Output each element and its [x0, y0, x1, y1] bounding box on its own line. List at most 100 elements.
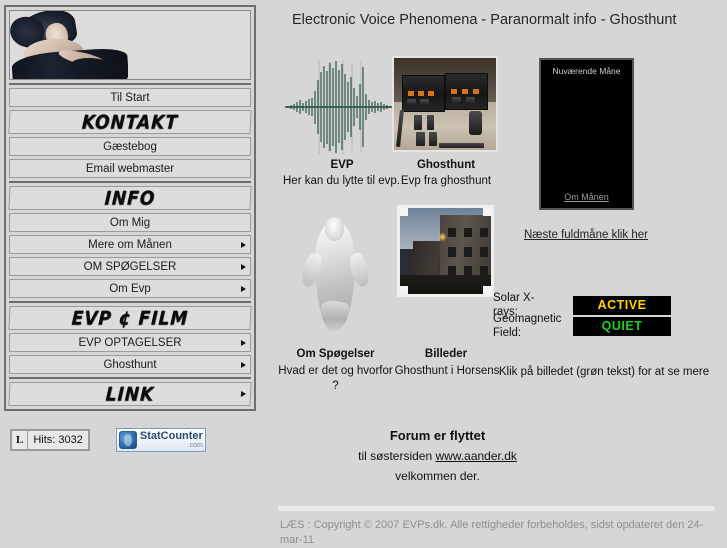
- equipment-case-right: [445, 72, 488, 110]
- sidebar-item-info[interactable]: INFO: [8, 186, 252, 210]
- forum-heading: Forum er flyttet: [389, 428, 486, 443]
- sidebar-item-link[interactable]: LINK: [8, 382, 252, 406]
- geomagnetic-label-line2: Field:: [493, 327, 522, 339]
- case-item: [465, 96, 475, 105]
- statcounter-domain: .com: [187, 442, 203, 449]
- woman-illustration: [10, 11, 128, 79]
- sidebar-banner-image: [9, 10, 251, 80]
- geomagnetic-status-badge: QUIET: [573, 316, 671, 336]
- forum-move-prefix: til søstersiden: [358, 449, 436, 463]
- sidebar-navigation: Til Start KONTAKT Gæstebog Email webmast…: [4, 5, 256, 411]
- building-window: [480, 227, 488, 238]
- sidebar-item-evp-film[interactable]: EVP ¢ FILM: [8, 306, 252, 330]
- photo-corner-marker: [483, 286, 491, 294]
- sidebar-item-email-webmaster[interactable]: Email webmaster: [9, 159, 251, 178]
- sidebar-group-evp-film: EVP ¢ FILM EVP OPTAGELSER Ghosthunt: [8, 301, 252, 374]
- ghosthunt-card-text: Evp fra ghosthunt: [400, 175, 492, 187]
- aander-link[interactable]: www.aander.dk: [435, 449, 516, 463]
- spoegelser-card-text: Hvad er det og hvorfor ?: [278, 365, 393, 392]
- building-window: [464, 227, 472, 238]
- sidebar-group-contact: Til Start KONTAKT Gæstebog Email webmast…: [8, 83, 252, 178]
- floor-device: [414, 115, 422, 130]
- ghost-tail: [321, 301, 349, 331]
- sidebar-item-om-mig[interactable]: Om Mig: [9, 213, 251, 232]
- spoegelser-card-title: Om Spøgelser: [296, 348, 375, 360]
- forum-welcome-text: velkommen der.: [395, 469, 480, 483]
- equipment-case-left: [402, 74, 445, 112]
- sidebar-item-label: Om Mig: [109, 217, 151, 229]
- hit-counter-value: Hits: 3032: [33, 434, 83, 446]
- case-item: [408, 91, 414, 96]
- floor-device: [426, 115, 434, 130]
- sidebar-item-label: Email webmaster: [85, 163, 175, 175]
- chevron-right-icon: [241, 361, 246, 368]
- sidebar-item-label: INFO: [104, 187, 156, 210]
- klik-instruction-text: Klik på billedet (grøn tekst) for at se …: [498, 366, 710, 378]
- sidebar-item-evp-optagelser[interactable]: EVP OPTAGELSER: [9, 333, 251, 352]
- chevron-right-icon: [241, 241, 246, 248]
- sidebar-item-label: Ghosthunt: [103, 359, 157, 371]
- sidebar-item-label: Til Start: [110, 92, 150, 104]
- sidebar-item-label: Om Evp: [109, 283, 151, 295]
- globe-icon: [118, 431, 137, 449]
- forum-move-line: til søstersiden www.aander.dk: [268, 449, 607, 463]
- waveform-svg: [285, 60, 398, 154]
- case-item: [451, 96, 461, 105]
- floor-tripod: [438, 142, 484, 149]
- sidebar-item-label: LINK: [105, 383, 155, 406]
- moon-panel-link[interactable]: Om Månen: [541, 192, 632, 202]
- hit-counter-prefix: L: [12, 431, 29, 449]
- footer-copyright: LÆS : Copyright © 2007 EVPs.dk. Alle ret…: [280, 519, 704, 546]
- geomagnetic-field-label: Geomagnetic Field:: [493, 312, 561, 340]
- statcounter-label: StatCounter: [139, 430, 203, 442]
- sidebar-item-label: KONTAKT: [81, 111, 179, 134]
- sidebar-item-label: Mere om Månen: [88, 239, 172, 251]
- photo-background: [394, 58, 496, 150]
- floor-device: [416, 131, 425, 147]
- sidebar-item-om-spoegelser[interactable]: OM SPØGELSER: [9, 257, 251, 276]
- page-title: Electronic Voice Phenomena - Paranormalt…: [292, 12, 677, 28]
- photo-background: [400, 208, 491, 294]
- building-window: [448, 246, 456, 257]
- building-window: [480, 246, 488, 257]
- horsens-building-photo[interactable]: [397, 205, 494, 297]
- ghost-head: [325, 217, 344, 241]
- statcounter-badge[interactable]: StatCounter .com: [115, 428, 206, 452]
- case-item: [417, 91, 424, 96]
- sidebar-item-kontakt[interactable]: KONTAKT: [8, 110, 252, 134]
- sidebar-item-label: EVP ¢ FILM: [71, 307, 189, 330]
- evp-waveform-image[interactable]: [285, 58, 398, 156]
- photo-corner-marker: [483, 208, 491, 216]
- chevron-right-icon: [241, 263, 246, 270]
- ghosthunt-card-title: Ghosthunt: [416, 159, 476, 171]
- main-content: Electronic Voice Phenomena - Paranormalt…: [268, 0, 727, 546]
- photo-ground: [400, 275, 491, 294]
- floor-device: [469, 111, 482, 136]
- building-window: [464, 246, 472, 257]
- sidebar-item-label: Gæstebog: [103, 141, 157, 153]
- ghost-figure-image[interactable]: [298, 213, 372, 331]
- chevron-right-icon: [241, 339, 246, 346]
- ghosthunt-equipment-photo[interactable]: [392, 56, 498, 152]
- photo-corner-marker: [400, 208, 408, 216]
- sidebar-item-om-evp[interactable]: Om Evp: [9, 279, 251, 298]
- sidebar-item-ghosthunt[interactable]: Ghosthunt: [9, 355, 251, 374]
- case-item: [420, 98, 430, 107]
- chevron-right-icon: [241, 285, 246, 292]
- case-item: [450, 89, 457, 94]
- sidebar-item-gaestebog[interactable]: Gæstebog: [9, 137, 251, 156]
- chevron-right-icon: [240, 391, 247, 397]
- case-item: [428, 91, 435, 96]
- current-moon-panel[interactable]: Nuværende Måne Om Månen: [539, 58, 634, 210]
- sidebar-item-mere-om-maanen[interactable]: Mere om Månen: [9, 235, 251, 254]
- billeder-card-title: Billeder: [424, 348, 468, 360]
- hit-counter: L Hits: 3032: [10, 429, 90, 451]
- counters-area: L Hits: 3032 StatCounter .com: [10, 428, 206, 452]
- next-fullmoon-link[interactable]: Næste fuldmåne klik her: [524, 229, 648, 241]
- sidebar-item-til-start[interactable]: Til Start: [9, 88, 251, 107]
- floor-device: [428, 131, 437, 147]
- sidebar-item-label: OM SPØGELSER: [83, 261, 177, 273]
- case-item: [462, 89, 469, 94]
- building-window: [448, 227, 456, 238]
- case-item: [407, 98, 417, 107]
